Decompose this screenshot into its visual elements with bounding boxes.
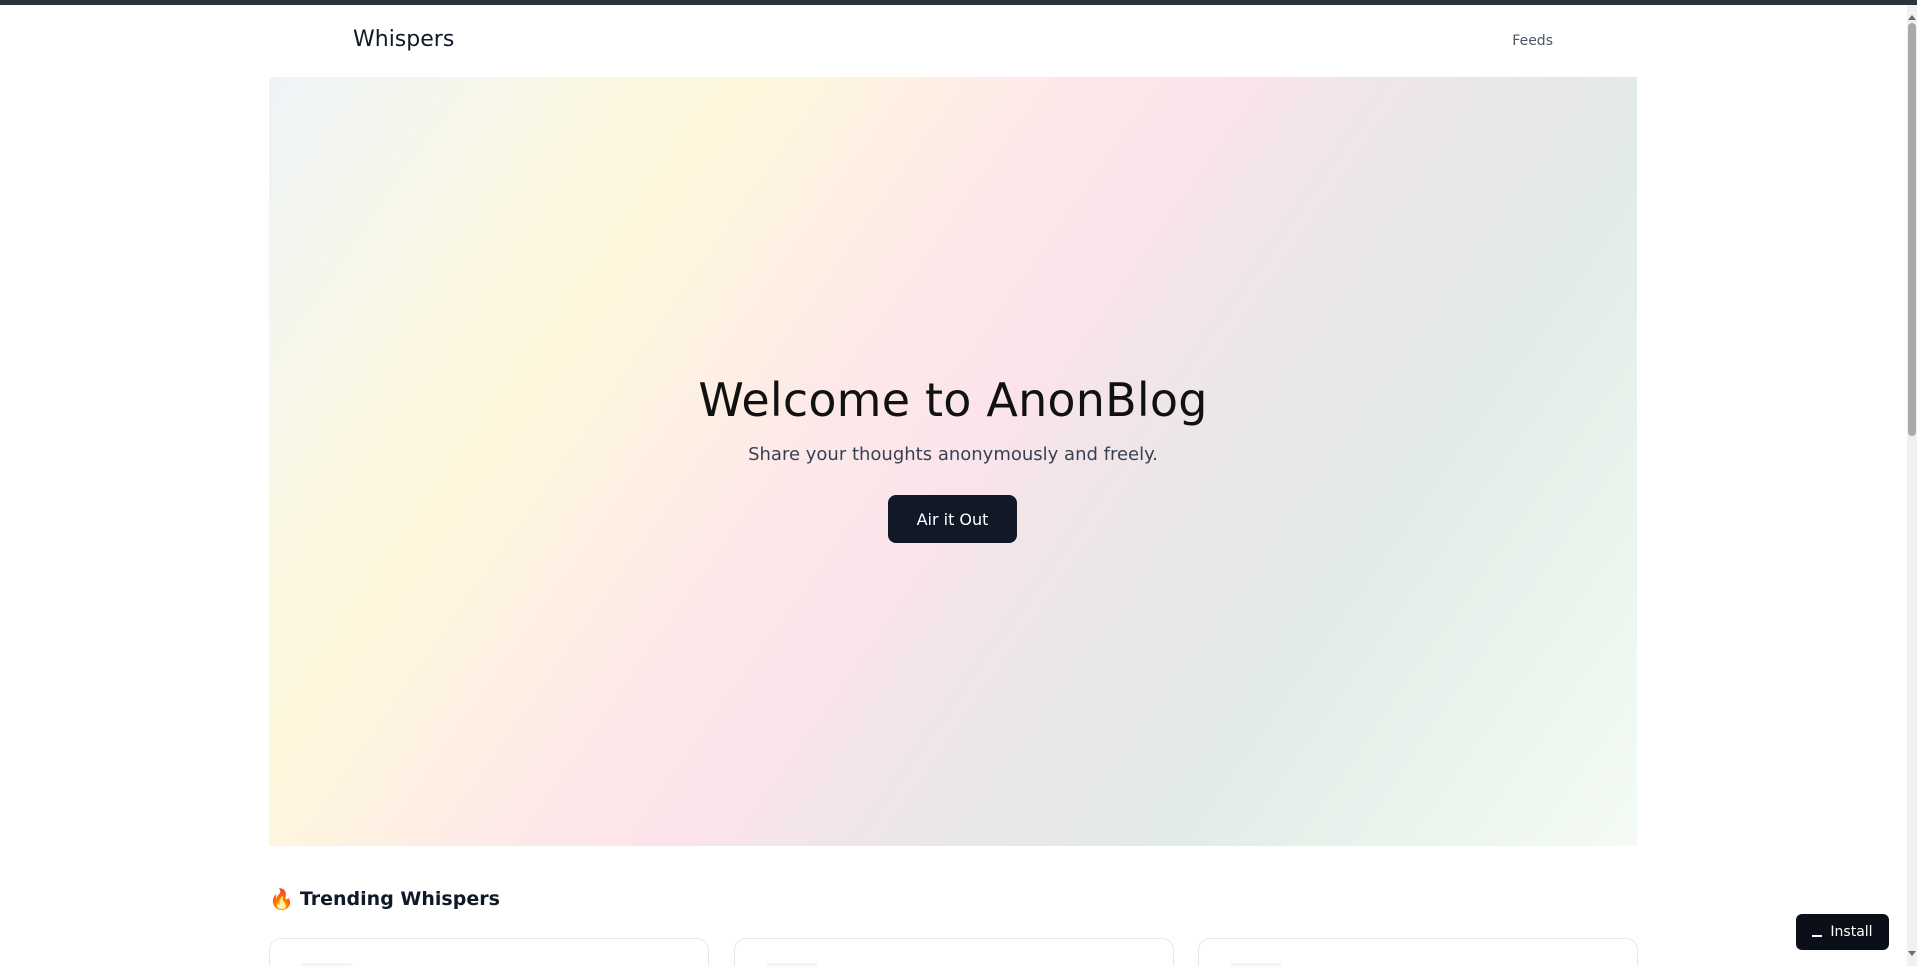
install-button[interactable]: Install: [1796, 914, 1889, 950]
air-it-out-button[interactable]: Air it Out: [888, 495, 1017, 543]
trending-section-title: 🔥 Trending Whispers: [269, 887, 500, 911]
scroll-up-arrow-icon[interactable]: [1908, 15, 1916, 20]
trending-card[interactable]: [269, 938, 709, 966]
page-scrollbar[interactable]: [1907, 5, 1917, 966]
trending-card[interactable]: [734, 938, 1174, 966]
scroll-thumb[interactable]: [1908, 23, 1916, 436]
trending-card[interactable]: [1198, 938, 1638, 966]
trending-title-text: Trending Whispers: [299, 888, 500, 910]
hero-subtitle: Share your thoughts anonymously and free…: [748, 444, 1158, 465]
hero-section: Welcome to AnonBlog Share your thoughts …: [269, 77, 1637, 846]
navbar: Whispers Feeds: [269, 5, 1637, 77]
install-icon: [1812, 935, 1823, 937]
fire-icon: 🔥: [269, 887, 294, 911]
hero-title: Welcome to AnonBlog: [698, 373, 1208, 427]
brand-logo-link[interactable]: Whispers: [353, 27, 454, 52]
nav-link-feeds[interactable]: Feeds: [1512, 33, 1553, 49]
install-label: Install: [1830, 924, 1873, 940]
scroll-down-arrow-icon[interactable]: [1908, 951, 1916, 956]
